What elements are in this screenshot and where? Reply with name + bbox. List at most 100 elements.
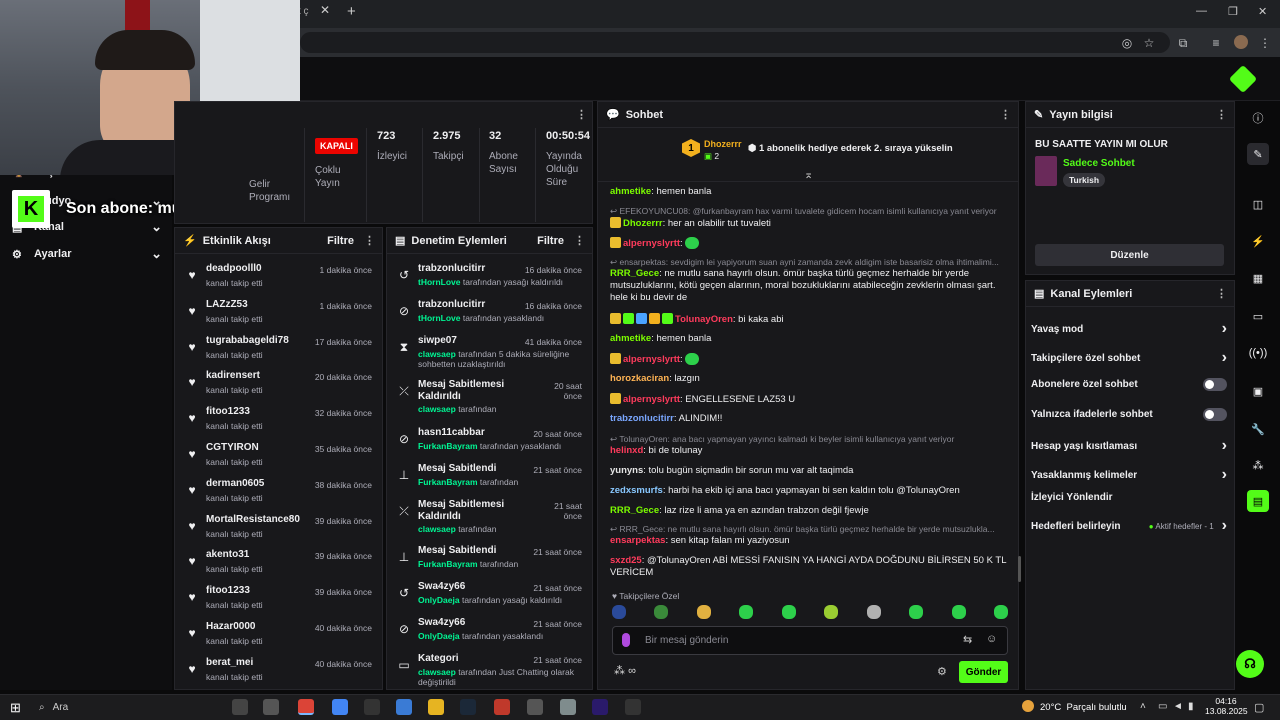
mod-action-item[interactable]: ↺ Swa4zy66 OnlyDaeja tarafından yasağı kal… (387, 576, 592, 612)
mod-action-item[interactable]: ⤫ Mesaj Sabitlemesi Kaldırıldı clawsaep ta… (387, 374, 592, 422)
chat-reply-context[interactable]: ↩ TolunayOren: ana bacı yapmayan yayıncı… (610, 433, 1010, 445)
send-button[interactable]: Gönder (959, 661, 1008, 683)
category-name[interactable]: Sadece Sohbet (1063, 158, 1135, 169)
edit-stream-button[interactable]: Düzenle (1035, 244, 1224, 266)
chat-username[interactable]: RRR_Gece (610, 505, 659, 516)
chat-message[interactable]: ahmetike: hemen banla (610, 333, 1010, 345)
taskbar-search[interactable]: ⌕ Ara (33, 698, 213, 716)
multistream-label[interactable]: Çoklu Yayın (315, 164, 341, 190)
emote-icon[interactable] (654, 605, 669, 619)
chat-username[interactable]: ahmetike (610, 333, 651, 344)
chat-message[interactable]: trabzonlucitirr: ALINDIM!! (610, 413, 1010, 425)
activity-item[interactable]: ♥ tugrababageldi78 kanalı takip etti 17 dak… (175, 330, 382, 366)
wrench-icon[interactable]: 🔧 (1247, 418, 1269, 440)
activity-item[interactable]: ♥ CGTYIRON kanalı takip etti 35 dakika önce (175, 437, 382, 473)
minimize-button[interactable]: — (1196, 5, 1207, 17)
mod-action-item[interactable]: ⊥ Mesaj Sabitlendi FurkanBayram tarafından… (387, 540, 592, 576)
chat-message[interactable]: helinxd: bi de tolunay (610, 445, 1010, 457)
broadcast-icon[interactable]: ((•)) (1247, 342, 1269, 364)
chat-message[interactable]: horozkaciran: lazgın (610, 373, 1010, 385)
chat-message[interactable]: RRR_Gece: laz rize li ama ya en azından … (610, 505, 1010, 517)
emote-icon[interactable] (739, 605, 754, 619)
chat-reply-context[interactable]: ↩ ensarpektas: sevdigim lei yapiyorum su… (610, 256, 1010, 268)
mod-action-item[interactable]: ⤫ Mesaj Sabitlemesi Kaldırıldı clawsaep ta… (387, 494, 592, 540)
clapperboard-icon[interactable]: ▤ (1247, 490, 1269, 512)
browser-menu-icon[interactable]: ⋮ (1256, 35, 1274, 51)
mod-menu-icon[interactable]: ⋮ (574, 234, 585, 247)
activity-item[interactable]: ♥ derman0605 kanalı takip etti 38 dakika ön… (175, 473, 382, 509)
support-chat-button[interactable]: ☊ (1236, 650, 1264, 678)
chat-username[interactable]: zedxsmurfs (610, 485, 663, 496)
profile-avatar[interactable] (1234, 35, 1248, 49)
chrome-icon[interactable] (298, 699, 314, 715)
channel-actions-menu-icon[interactable]: ⋮ (1216, 287, 1227, 300)
chat-username[interactable]: ahmetike (610, 186, 651, 197)
steam-icon[interactable] (460, 699, 476, 715)
close-window-button[interactable]: ✕ (1258, 5, 1267, 18)
channel-action-item[interactable]: Yavaş mod › (1031, 320, 1227, 338)
windows-start-icon[interactable]: ⊞ (10, 700, 21, 716)
chat-username[interactable]: ensarpektas (610, 535, 665, 546)
app-icon[interactable] (560, 699, 576, 715)
emote-icon[interactable] (993, 605, 1008, 619)
chat-username[interactable]: TolunayOren (675, 314, 733, 325)
top-gifter-name[interactable]: Dhozerrr (704, 139, 742, 149)
eye-off-icon[interactable]: ◎ (1118, 35, 1136, 51)
chat-username[interactable]: horozkaciran (610, 373, 669, 384)
activity-item[interactable]: ♥ deadpoolll0 kanalı takip etti 1 dakika ön… (175, 258, 382, 294)
chat-username[interactable]: alpernyslyrtt (623, 394, 680, 405)
mod-action-item[interactable]: ▭ Kategori clawsaep tarafından Just Chatti… (387, 648, 592, 688)
chat-message[interactable]: alpernyslyrtt: (610, 353, 1010, 366)
chat-message[interactable]: Dhozerrr: her an olabilir tut tuvaleti (610, 217, 1010, 230)
mod-action-item[interactable]: ⧗ siwpe07 clawsaep tarafından 5 dakika sür… (387, 330, 592, 374)
chat-menu-icon[interactable]: ⋮ (1000, 108, 1011, 121)
toggle-switch[interactable] (1203, 378, 1227, 391)
chat-username[interactable]: trabzonlucitirr (610, 413, 674, 424)
chat-message[interactable]: RRR_Gece: ne mutlu sana hayırlı olsun. ö… (610, 268, 1010, 304)
epic-games-icon[interactable] (364, 699, 380, 715)
translate-icon[interactable]: ⇆ (963, 633, 972, 646)
network-icon[interactable]: ▭ (1158, 701, 1167, 712)
chat-icon[interactable]: ▭ (1247, 305, 1269, 327)
chat-message[interactable]: TolunayOren: bi kaka abi (610, 313, 1010, 326)
channel-action-item[interactable]: İzleyici Yönlendir (1031, 492, 1227, 503)
chat-message[interactable]: ensarpektas: sen kitap falan mi yaziyosu… (610, 535, 1010, 547)
emote-icon[interactable] (909, 605, 924, 619)
emote-icon[interactable] (951, 605, 966, 619)
battery-icon[interactable]: ▮ (1188, 701, 1194, 712)
channel-action-item[interactable]: Hesap yaşı kısıtlaması › (1031, 437, 1227, 455)
emote-icon[interactable] (824, 605, 839, 619)
activity-item[interactable]: ♥ akento31 kanalı takip etti 39 dakika önce (175, 544, 382, 580)
mod-action-item[interactable]: ↺ trabzonlucitirr tHornLove tarafından yas… (387, 258, 592, 294)
chat-message[interactable]: alpernyslyrtt: (610, 237, 1010, 250)
emote-icon[interactable] (696, 605, 711, 619)
mod-action-item[interactable]: ⊘ hasn11cabbar FurkanBayram tarafından yas… (387, 422, 592, 458)
activity-item[interactable]: ♥ fitoo1233 kanalı takip etti 32 dakika önc… (175, 401, 382, 437)
chat-username[interactable]: Dhozerrr (623, 218, 663, 229)
channel-action-item[interactable]: Abonelere özel sohbet (1031, 378, 1227, 391)
chat-message[interactable]: sxzd25: @TolunayOren ABİ MESSİ FANISIN Y… (610, 555, 1010, 579)
activity-item[interactable]: ♥ kadirensert kanalı takip etti 20 dakika ö… (175, 365, 382, 401)
channel-action-item[interactable]: Yalnızca ifadelerle sohbet (1031, 408, 1227, 421)
channel-action-item[interactable]: Yasaklanmış kelimeler › (1031, 466, 1227, 484)
chat-message[interactable]: alpernyslyrtt: ENGELLESENE LAZ53 U (610, 393, 1010, 406)
edit-icon[interactable]: ✎ (1247, 143, 1269, 165)
epic-games-icon[interactable] (625, 699, 641, 715)
emote-icon[interactable] (612, 605, 626, 619)
activity-menu-icon[interactable]: ⋮ (364, 234, 375, 247)
app-icon[interactable] (527, 699, 543, 715)
emoji-icon[interactable]: ☺ (986, 633, 997, 645)
chat-reply-context[interactable]: ↩ RRR_Gece: ne mutlu sana hayırlı olsun.… (610, 523, 1010, 535)
clipboard-icon[interactable]: ▦ (1247, 267, 1269, 289)
activity-item[interactable]: ♥ berat_mei kanalı takip etti 40 dakika önc… (175, 652, 382, 688)
toggle-switch[interactable] (1203, 408, 1227, 421)
channel-action-item[interactable]: Hedefleri belirleyin ● Aktif hedefler - 1… (1031, 517, 1227, 535)
chrome-profile-icon[interactable] (332, 699, 348, 715)
extensions-icon[interactable]: ⧉ (1174, 35, 1192, 51)
nav-item-settings[interactable]: ⚙ Ayarlar ⌄ (12, 246, 162, 262)
info-icon[interactable]: ⓘ (1247, 107, 1269, 129)
chat-scrollbar[interactable] (1018, 556, 1021, 582)
emote-icon[interactable] (866, 605, 881, 619)
taskbar-clock[interactable]: 04:16 13.08.2025 (1205, 696, 1248, 716)
task-view-icon[interactable] (232, 699, 248, 715)
